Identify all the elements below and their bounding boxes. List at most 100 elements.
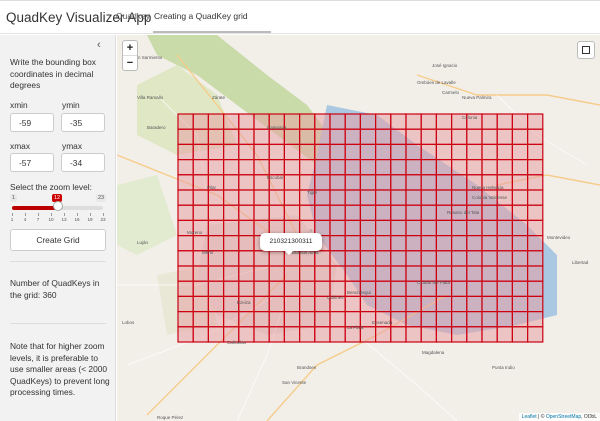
quadkey-cell[interactable]: [268, 265, 285, 282]
quadkey-cell[interactable]: [329, 204, 346, 221]
quadkey-cell[interactable]: [359, 235, 377, 252]
quadkey-cell[interactable]: [496, 143, 514, 161]
quadkey-cell[interactable]: [192, 311, 209, 328]
quadkey-cell[interactable]: [268, 189, 285, 206]
quadkey-cell[interactable]: [268, 128, 285, 145]
quadkey-cell[interactable]: [359, 113, 377, 130]
quadkey-cell[interactable]: [253, 128, 270, 145]
quadkey-cell[interactable]: [192, 326, 209, 343]
quadkey-cell[interactable]: [420, 143, 438, 161]
quadkey-cell[interactable]: [527, 189, 544, 206]
tab-quadkey[interactable]: Quadkey: [116, 11, 150, 21]
quadkey-cell[interactable]: [344, 128, 361, 145]
quadkey-cell[interactable]: [390, 265, 407, 282]
quadkey-cell[interactable]: [435, 311, 453, 328]
quadkey-cell[interactable]: [283, 128, 301, 145]
quadkey-cell[interactable]: [527, 265, 544, 282]
quadkey-cell[interactable]: [481, 311, 498, 328]
quadkey-cell[interactable]: [375, 326, 392, 343]
quadkey-cell[interactable]: [481, 128, 498, 145]
xmin-input[interactable]: -59: [10, 113, 54, 132]
quadkey-cell[interactable]: [192, 113, 209, 130]
quadkey-cell[interactable]: [511, 250, 529, 267]
quadkey-cell[interactable]: [375, 235, 392, 252]
quadkey-cell[interactable]: [207, 235, 225, 252]
quadkey-cell[interactable]: [283, 189, 301, 206]
leaflet-link[interactable]: Leaflet: [522, 414, 537, 420]
quadkey-cell[interactable]: [390, 280, 407, 297]
quadkey-cell[interactable]: [420, 295, 438, 313]
quadkey-cell[interactable]: [405, 326, 422, 343]
quadkey-cell[interactable]: [344, 204, 361, 221]
quadkey-cell[interactable]: [222, 250, 240, 267]
quadkey-cell[interactable]: [390, 204, 407, 221]
quadkey-cell[interactable]: [314, 143, 331, 161]
quadkey-cell[interactable]: [299, 158, 316, 176]
quadkey-cell[interactable]: [238, 128, 255, 145]
quadkey-cell[interactable]: [344, 295, 361, 313]
quadkey-cell[interactable]: [329, 189, 346, 206]
quadkey-cell[interactable]: [222, 143, 240, 161]
quadkey-cell[interactable]: [481, 326, 498, 343]
quadkey-cell[interactable]: [192, 280, 209, 297]
quadkey-cell[interactable]: [283, 295, 301, 313]
quadkey-cell[interactable]: [177, 280, 194, 297]
quadkey-cell[interactable]: [329, 219, 346, 237]
quadkey-cell[interactable]: [253, 204, 270, 221]
quadkey-cell[interactable]: [222, 158, 240, 176]
quadkey-cell[interactable]: [344, 174, 361, 191]
quadkey-cell[interactable]: [451, 265, 468, 282]
quadkey-cell[interactable]: [511, 280, 529, 297]
quadkey-cell[interactable]: [207, 204, 225, 221]
quadkey-cell[interactable]: [329, 143, 346, 161]
quadkey-cell[interactable]: [299, 174, 316, 191]
quadkey-cell[interactable]: [405, 174, 422, 191]
quadkey-cell[interactable]: [359, 158, 377, 176]
quadkey-cell[interactable]: [496, 204, 514, 221]
quadkey-cell[interactable]: [329, 311, 346, 328]
quadkey-cell[interactable]: [222, 311, 240, 328]
quadkey-cell[interactable]: [435, 128, 453, 145]
quadkey-cell[interactable]: [222, 219, 240, 237]
quadkey-cell[interactable]: [451, 189, 468, 206]
quadkey-cell[interactable]: [207, 158, 225, 176]
quadkey-cell[interactable]: [329, 158, 346, 176]
quadkey-cell[interactable]: [222, 235, 240, 252]
quadkey-cell[interactable]: [268, 326, 285, 343]
quadkey-cell[interactable]: [390, 219, 407, 237]
quadkey-cell[interactable]: [390, 326, 407, 343]
quadkey-cell[interactable]: [435, 189, 453, 206]
quadkey-cell[interactable]: [344, 143, 361, 161]
quadkey-cell[interactable]: [253, 143, 270, 161]
quadkey-cell[interactable]: [238, 204, 255, 221]
quadkey-cell[interactable]: [451, 235, 468, 252]
quadkey-cell[interactable]: [253, 250, 270, 267]
quadkey-cell[interactable]: [481, 143, 498, 161]
quadkey-cell[interactable]: [405, 295, 422, 313]
quadkey-cell[interactable]: [177, 295, 194, 313]
quadkey-cell[interactable]: [390, 235, 407, 252]
quadkey-cell[interactable]: [222, 204, 240, 221]
quadkey-cell[interactable]: [375, 219, 392, 237]
quadkey-cell[interactable]: [207, 326, 225, 343]
quadkey-cell[interactable]: [496, 250, 514, 267]
quadkey-cell[interactable]: [375, 113, 392, 130]
quadkey-cell[interactable]: [496, 235, 514, 252]
create-grid-button[interactable]: Create Grid: [10, 229, 106, 251]
quadkey-cell[interactable]: [375, 143, 392, 161]
quadkey-cell[interactable]: [390, 295, 407, 313]
quadkey-cell[interactable]: [435, 158, 453, 176]
quadkey-cell[interactable]: [527, 250, 544, 267]
quadkey-cell[interactable]: [451, 174, 468, 191]
quadkey-cell[interactable]: [177, 174, 194, 191]
quadkey-cell[interactable]: [527, 128, 544, 145]
quadkey-cell[interactable]: [420, 189, 438, 206]
quadkey-cell[interactable]: [359, 219, 377, 237]
zoom-slider[interactable]: 1 12 23 1 4 7 10 13 16 19 23: [10, 194, 107, 234]
quadkey-cell[interactable]: [405, 128, 422, 145]
quadkey-cell[interactable]: [481, 265, 498, 282]
quadkey-cell[interactable]: [511, 311, 529, 328]
popup-close-icon[interactable]: ×: [309, 228, 313, 235]
quadkey-cell[interactable]: [299, 143, 316, 161]
quadkey-cell[interactable]: [420, 158, 438, 176]
